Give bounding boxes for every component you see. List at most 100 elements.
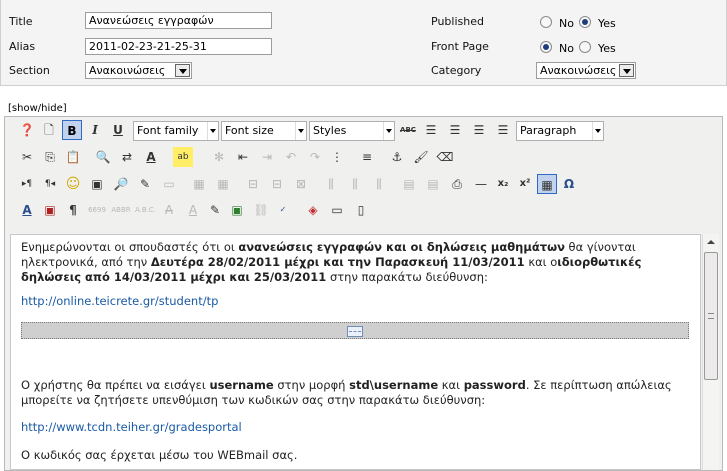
section-select[interactable]: Ανακοινώσεις bbox=[85, 62, 192, 79]
indent-icon[interactable]: ⇥ bbox=[257, 147, 277, 167]
find-icon[interactable]: 🔍 bbox=[93, 147, 113, 167]
strikethrough-button[interactable]: ABC bbox=[398, 120, 418, 140]
frontpage-no-radio[interactable] bbox=[540, 41, 552, 53]
subscript-icon[interactable]: x₂ bbox=[493, 174, 513, 194]
format-select[interactable]: Paragraph bbox=[516, 121, 604, 141]
template-icon[interactable]: ▭ bbox=[159, 174, 179, 194]
scroll-up-arrow-icon[interactable] bbox=[703, 234, 719, 250]
highlight-color-icon[interactable]: ab bbox=[173, 147, 193, 167]
font-color-icon[interactable]: A bbox=[17, 200, 37, 220]
chevron-down-icon bbox=[207, 122, 218, 140]
anchor-icon[interactable]: ⚓ bbox=[387, 147, 407, 167]
print-icon[interactable]: ⎙ bbox=[447, 174, 467, 194]
row-before-icon[interactable]: ⊟ bbox=[243, 174, 263, 194]
section-select-value: Ανακοινώσεις bbox=[89, 64, 166, 77]
visual-aid-icon[interactable]: ▦ bbox=[537, 174, 557, 194]
special-char-button[interactable]: Ω bbox=[559, 174, 579, 194]
content-link-2: http://www.tcdn.teiher.gr/gradesportal bbox=[21, 420, 691, 435]
copy-icon[interactable]: ⎘ bbox=[40, 147, 60, 167]
delete-col-icon[interactable]: ⫼ bbox=[369, 174, 389, 194]
published-yes-radio[interactable] bbox=[579, 16, 591, 28]
outdent-icon[interactable]: ⇤ bbox=[233, 147, 253, 167]
ltr-icon[interactable]: ▸¶ bbox=[17, 174, 37, 194]
insert-text-icon[interactable]: A bbox=[183, 200, 203, 220]
text-run-bold: username bbox=[209, 378, 274, 392]
col-before-icon[interactable]: ⫼ bbox=[321, 174, 341, 194]
published-no-radio[interactable] bbox=[540, 16, 552, 28]
styles-select[interactable]: Styles bbox=[309, 121, 395, 141]
clean-icon[interactable]: ✻ bbox=[209, 147, 229, 167]
scrollbar-thumb[interactable] bbox=[704, 252, 718, 380]
editor-toggle-link[interactable]: [show/hide] bbox=[8, 103, 67, 114]
frontpage-yes-label: Yes bbox=[598, 42, 616, 55]
font-size-select[interactable]: Font size bbox=[221, 121, 307, 141]
title-label: Title bbox=[9, 15, 33, 28]
horizontal-rule-icon[interactable]: — bbox=[471, 174, 491, 194]
col-after-icon[interactable]: ⫼ bbox=[345, 174, 365, 194]
page-break-icon bbox=[347, 326, 363, 337]
embed-icon[interactable]: ◈ bbox=[303, 200, 323, 220]
insert-image-icon[interactable]: ▣ bbox=[227, 200, 247, 220]
cleanup-brush-icon[interactable]: 🖌 bbox=[411, 147, 431, 167]
eraser-icon[interactable]: ⌫ bbox=[435, 147, 455, 167]
link-icon[interactable]: ⛓ bbox=[251, 200, 271, 220]
pilcrow-icon[interactable]: ¶ bbox=[63, 200, 83, 220]
content-paragraph-2: Ο χρήστης θα πρέπει να εισάγει username … bbox=[21, 378, 691, 408]
numbered-list-icon[interactable]: ≡ bbox=[357, 147, 377, 167]
page-break[interactable] bbox=[21, 322, 689, 339]
delete-row-icon[interactable]: ⊠ bbox=[291, 174, 311, 194]
editor-content-area[interactable]: Ενημερώνονται οι σπουδαστές ότι οι ανανε… bbox=[10, 234, 701, 470]
page-break-icon[interactable]: ▭ bbox=[327, 200, 347, 220]
attributes-icon[interactable]: ✎ bbox=[205, 200, 225, 220]
media-icon[interactable]: ▣ bbox=[87, 174, 107, 194]
frontpage-yes-radio[interactable] bbox=[579, 41, 591, 53]
alias-input[interactable] bbox=[85, 38, 272, 55]
content-paragraph-1: Ενημερώνονται οι σπουδαστές ότι οι ανανε… bbox=[21, 240, 691, 285]
category-select[interactable]: Ανακοινώσεις bbox=[536, 62, 636, 79]
editor-scrollbar[interactable] bbox=[702, 234, 719, 470]
row-after-icon[interactable]: ⊟ bbox=[267, 174, 287, 194]
delete-text-icon[interactable]: A bbox=[159, 200, 179, 220]
grades-portal-link[interactable]: http://www.tcdn.teiher.gr/gradesportal bbox=[21, 420, 242, 434]
italic-button[interactable]: I bbox=[85, 120, 105, 140]
paste-icon[interactable]: 📋 bbox=[63, 147, 83, 167]
align-center-icon[interactable]: ☰ bbox=[445, 120, 465, 140]
edit-icon[interactable]: ✎ bbox=[135, 174, 155, 194]
table-props-icon[interactable]: ▦ bbox=[189, 174, 209, 194]
rtl-icon[interactable]: ¶◂ bbox=[40, 174, 60, 194]
spellcheck-icon[interactable]: ✓ bbox=[273, 200, 293, 220]
acronym-icon[interactable]: A.B.C. bbox=[135, 200, 156, 220]
content-paragraph-3: Ο κωδικός σας έρχεται μέσω του WEBmail σ… bbox=[21, 448, 298, 462]
align-justify-icon[interactable]: ☰ bbox=[493, 120, 513, 140]
published-yes-label: Yes bbox=[598, 17, 616, 30]
underline-button[interactable]: U bbox=[108, 120, 128, 140]
emoticon-icon[interactable]: ☺ bbox=[63, 174, 83, 194]
text-color-icon[interactable]: A bbox=[141, 147, 161, 167]
undo-icon[interactable]: ↶ bbox=[281, 147, 301, 167]
redo-icon[interactable]: ↷ bbox=[305, 147, 325, 167]
title-input[interactable] bbox=[85, 12, 272, 29]
read-more-icon[interactable]: ▯ bbox=[351, 200, 371, 220]
chevron-down-icon bbox=[592, 122, 603, 140]
online-link[interactable]: http://online.teicrete.gr/student/tp bbox=[21, 294, 218, 308]
bullet-list-icon[interactable]: ⋮ bbox=[327, 147, 347, 167]
cite-icon[interactable]: 6699 bbox=[87, 200, 107, 220]
toolbar-row-3: ▸¶ ¶◂ ☺ ▣ 🔎 ✎ ▭ ▦ ▦ ⊟ ⊟ ⊠ ⫼ ⫼ ⫼ ▤ ▤ ⎙ — … bbox=[5, 171, 722, 197]
font-family-select[interactable]: Font family bbox=[133, 121, 219, 141]
replace-icon[interactable]: ⇄ bbox=[117, 147, 137, 167]
cut-icon[interactable]: ✂ bbox=[17, 147, 37, 167]
align-right-icon[interactable]: ☰ bbox=[469, 120, 489, 140]
superscript-icon[interactable]: x² bbox=[515, 174, 535, 194]
new-document-icon[interactable]: 🗋 bbox=[39, 120, 59, 140]
bold-button[interactable]: B bbox=[62, 120, 82, 140]
split-cells-icon[interactable]: ▤ bbox=[399, 174, 419, 194]
merge-cells-icon[interactable]: ▤ bbox=[423, 174, 443, 194]
cell-props-icon[interactable]: ▦ bbox=[213, 174, 233, 194]
category-label: Category bbox=[431, 64, 482, 77]
frontpage-label: Front Page bbox=[431, 40, 489, 53]
image-icon[interactable]: ▣ bbox=[40, 200, 60, 220]
preview-icon[interactable]: 🔎 bbox=[111, 174, 131, 194]
help-icon[interactable]: ❓ bbox=[17, 120, 37, 140]
align-left-icon[interactable]: ☰ bbox=[421, 120, 441, 140]
abbr-icon[interactable]: ABBR bbox=[111, 200, 131, 220]
